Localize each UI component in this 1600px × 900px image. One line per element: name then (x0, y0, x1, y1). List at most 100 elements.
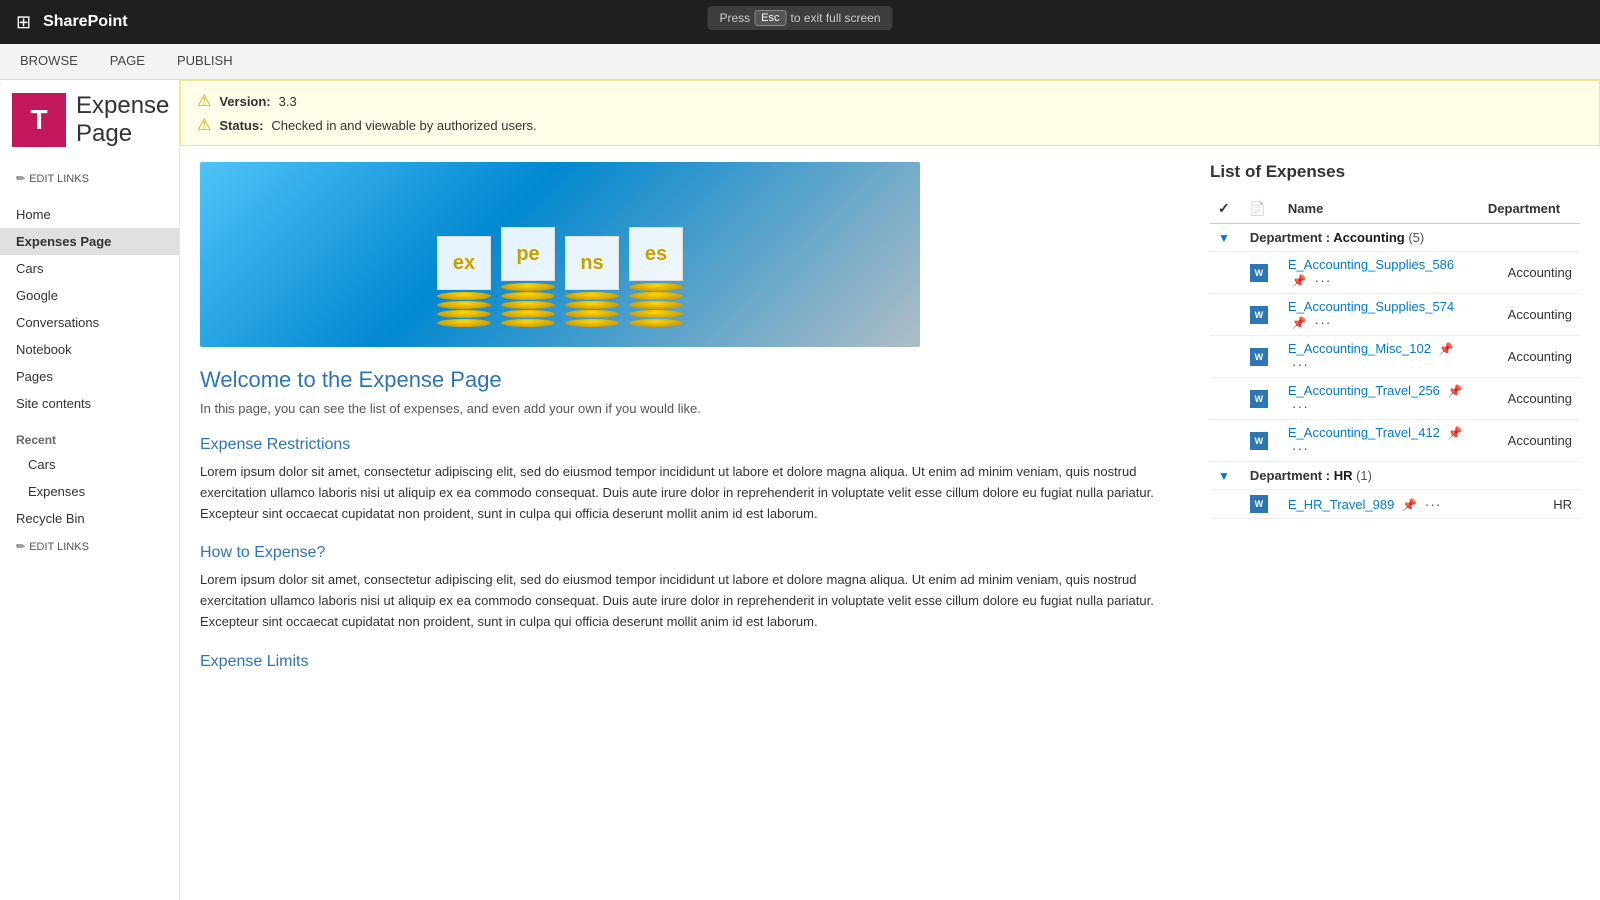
table-header-row: ✓ 📄 Name Department (1210, 194, 1580, 224)
ellipsis-button[interactable]: ··· (1288, 396, 1313, 416)
fullscreen-notice: Press Esc to exit full screen (707, 6, 892, 30)
dept-cell: Accounting (1480, 294, 1580, 336)
grid-icon[interactable]: ⊞ (16, 12, 31, 33)
coin (629, 292, 683, 300)
coin (629, 301, 683, 309)
status-row: ⚠ Status: Checked in and viewable by aut… (197, 115, 1583, 135)
row-check[interactable] (1210, 336, 1242, 378)
word-icon: W (1250, 432, 1268, 450)
file-name-cell: E_HR_Travel_989 📌 ··· (1280, 490, 1480, 519)
sidebar-item-notebook[interactable]: Notebook (0, 336, 179, 363)
section-title-limits: Expense Limits (200, 653, 1186, 671)
coins-es (629, 283, 683, 327)
row-check[interactable] (1210, 294, 1242, 336)
sidebar-item-google[interactable]: Google (0, 282, 179, 309)
row-check[interactable] (1210, 378, 1242, 420)
sidebar-recycle-bin[interactable]: Recycle Bin (0, 505, 179, 532)
dept-value: Accounting (1508, 433, 1572, 448)
site-logo: T (12, 93, 66, 147)
sidebar-edit-links[interactable]: ✏ EDIT LINKS (0, 532, 179, 561)
ribbon-publish[interactable]: PUBLISH (173, 44, 237, 80)
coin-stack-pe: pe (501, 227, 555, 327)
top-bar: ⊞ SharePoint Press Esc to exit full scre… (0, 0, 1600, 44)
dept-collapse[interactable]: ▼ (1210, 224, 1242, 252)
file-name-cell: E_Accounting_Supplies_586 📌 ··· (1280, 252, 1480, 294)
hero-image: ex pe (200, 162, 920, 347)
word-icon: W (1250, 306, 1268, 324)
table-row: W E_Accounting_Misc_102 📌 ··· Accounting (1210, 336, 1580, 378)
pin-icon: 📌 (1292, 274, 1307, 288)
ellipsis-button[interactable]: ··· (1310, 312, 1335, 332)
app-title: SharePoint (43, 13, 127, 31)
site-header-block: T Expense Page ✏ EDIT LINKS (0, 80, 179, 193)
coin (437, 292, 491, 300)
file-type-icon: W (1242, 378, 1280, 420)
expenses-table: ✓ 📄 Name Department ▼ Department : (1210, 194, 1580, 519)
info-banner: ⚠ Version: 3.3 ⚠ Status: Checked in and … (180, 80, 1600, 146)
side-col: List of Expenses ✓ 📄 Name Department (1210, 162, 1580, 679)
collapse-icon: ▼ (1218, 231, 1230, 245)
coin-stack-ex: ex (437, 236, 491, 327)
edit-links-top[interactable]: ✏ EDIT LINKS (0, 172, 109, 185)
file-type-icon: W (1242, 294, 1280, 336)
row-check[interactable] (1210, 252, 1242, 294)
dept-cell: Accounting (1480, 252, 1580, 294)
coins-ex (437, 292, 491, 327)
dept-header-row: ▼ Department : HR (1) (1210, 462, 1580, 490)
coin (501, 301, 555, 309)
page-layout: T Expense Page ✏ EDIT LINKS Home Expense… (0, 80, 1600, 900)
file-type-icon: W (1242, 420, 1280, 462)
sidebar-item-home[interactable]: Home (0, 201, 179, 228)
name-header: Name (1280, 194, 1480, 224)
coin-stack-ns: ns (565, 236, 619, 327)
welcome-title: Welcome to the Expense Page (200, 367, 1186, 393)
content-columns: ex pe (200, 162, 1580, 679)
ellipsis-button[interactable]: ··· (1288, 438, 1313, 458)
dept-header-row: ▼ Department : Accounting (5) (1210, 224, 1580, 252)
coin-label-ex: ex (437, 236, 491, 290)
sidebar-item-pages[interactable]: Pages (0, 363, 179, 390)
version-row: ⚠ Version: 3.3 (197, 91, 1583, 111)
dept-cell: HR (1480, 490, 1580, 519)
sidebar-item-cars[interactable]: Cars (0, 255, 179, 282)
dept-value: Accounting (1508, 307, 1572, 322)
row-check[interactable] (1210, 420, 1242, 462)
ellipsis-button[interactable]: ··· (1421, 494, 1446, 514)
row-check[interactable] (1210, 490, 1242, 519)
file-name-link[interactable]: E_HR_Travel_989 (1288, 497, 1394, 512)
warning-icon-status: ⚠ (197, 115, 211, 135)
sidebar-item-expenses-page[interactable]: Expenses Page (0, 228, 179, 255)
section-body-how: Lorem ipsum dolor sit amet, consectetur … (200, 570, 1186, 632)
ribbon-page[interactable]: PAGE (106, 44, 149, 80)
sidebar-item-conversations[interactable]: Conversations (0, 309, 179, 336)
file-name-cell: E_Accounting_Travel_256 📌 ··· (1280, 378, 1480, 420)
ribbon-browse[interactable]: BROWSE (16, 44, 82, 80)
pin-icon: 📌 (1448, 426, 1463, 440)
expenses-panel-title: List of Expenses (1210, 162, 1580, 182)
warning-icon-version: ⚠ (197, 91, 211, 111)
dept-collapse[interactable]: ▼ (1210, 462, 1242, 490)
sidebar-recent-expenses[interactable]: Expenses (0, 478, 179, 505)
coin (629, 310, 683, 318)
file-type-icon: W (1242, 336, 1280, 378)
sidebar-recent-cars[interactable]: Cars (0, 451, 179, 478)
sidebar-item-site-contents[interactable]: Site contents (0, 390, 179, 417)
coin (501, 310, 555, 318)
dept-value: Accounting (1508, 391, 1572, 406)
sidebar: T Expense Page ✏ EDIT LINKS Home Expense… (0, 80, 180, 900)
file-name-cell: E_Accounting_Supplies_574 📌 ··· (1280, 294, 1480, 336)
ellipsis-button[interactable]: ··· (1288, 354, 1313, 374)
section-body-restrictions: Lorem ipsum dolor sit amet, consectetur … (200, 462, 1186, 524)
pin-icon: 📌 (1292, 316, 1307, 330)
table-row: W E_Accounting_Supplies_586 📌 ··· Accoun… (1210, 252, 1580, 294)
dept-value: Accounting (1508, 265, 1572, 280)
word-icon: W (1250, 495, 1268, 513)
word-icon: W (1250, 264, 1268, 282)
file-type-icon: W (1242, 490, 1280, 519)
dept-value: Accounting (1508, 349, 1572, 364)
ellipsis-button[interactable]: ··· (1310, 270, 1335, 290)
dept-cell: Accounting (1480, 420, 1580, 462)
pin-icon: 📌 (1439, 342, 1454, 356)
sidebar-nav: Home Expenses Page Cars Google Conversat… (0, 193, 179, 425)
table-row: W E_HR_Travel_989 📌 ··· HR (1210, 490, 1580, 519)
